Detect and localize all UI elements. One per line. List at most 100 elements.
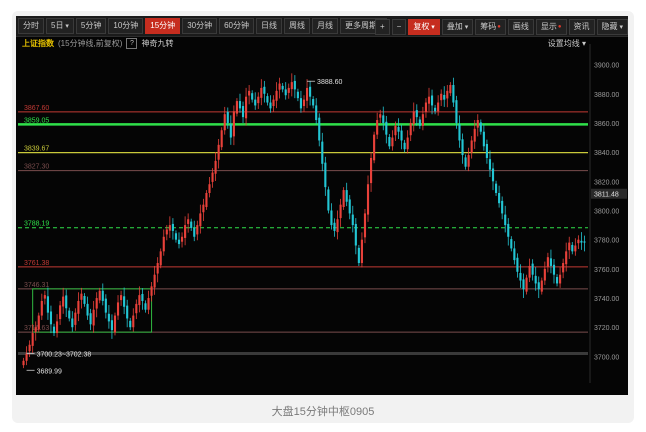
candle-body-62	[211, 172, 214, 182]
candle-body-77	[257, 96, 260, 104]
y-tick-label-3: 3760.00	[594, 267, 619, 274]
candle-body-75	[251, 93, 254, 100]
candle-body-10	[52, 326, 56, 334]
candle-body-15	[68, 310, 71, 319]
candle-body-47	[165, 229, 168, 235]
candle-body-52	[180, 236, 184, 242]
candle-body-84	[278, 83, 281, 90]
candle-body-171	[543, 268, 546, 281]
candle-body-42	[150, 286, 153, 296]
candle-body-133	[427, 96, 431, 104]
candle-body-88	[290, 82, 293, 90]
candle-body-8	[46, 296, 49, 313]
candle-body-73	[245, 96, 248, 119]
candle-body-129	[415, 110, 418, 118]
candle-body-175	[555, 277, 559, 284]
candle-body-85	[281, 85, 284, 90]
candle-body-29	[110, 320, 114, 331]
candle-body-49	[171, 223, 174, 231]
candle-body-139	[446, 90, 449, 99]
candle-body-160	[510, 239, 513, 249]
candle-body-161	[513, 248, 516, 261]
candle-body-116	[376, 120, 379, 135]
candle-body-64	[217, 144, 220, 160]
candle-body-99	[324, 162, 327, 188]
candle-body-177	[562, 263, 565, 273]
candle-body-21	[86, 303, 89, 316]
candle-body-40	[144, 303, 147, 310]
candle-body-103	[336, 219, 339, 233]
candle-body-174	[552, 264, 556, 275]
candle-body-124	[400, 130, 403, 141]
candle-body-55	[190, 221, 193, 229]
candle-body-143	[458, 124, 461, 141]
candle-body-7	[43, 295, 46, 299]
candle-body-162	[516, 257, 519, 272]
candle-body-9	[49, 311, 53, 325]
candle-body-30	[113, 315, 117, 333]
candle-body-166	[528, 265, 531, 278]
candle-body-108	[351, 214, 354, 226]
candle-body-61	[208, 184, 211, 193]
y-tick-label-1: 3720.00	[594, 325, 619, 332]
y-tick-label-8: 3860.00	[594, 121, 619, 128]
candlestick-chart[interactable]: 3700.00 3720.00 3740.00 3760.00 3780.00 3800.…	[16, 16, 628, 395]
candle-body-82	[272, 99, 275, 107]
candle-body-79	[263, 86, 266, 94]
candle-body-153	[488, 159, 492, 170]
candle-body-16	[71, 318, 74, 328]
candle-body-183	[580, 240, 583, 243]
candle-body-98	[321, 141, 324, 164]
y-tick-label-2: 3740.00	[594, 296, 619, 303]
candle-body-89	[293, 80, 296, 90]
kline-panel: 分时5日5分钟10分钟15分钟30分钟60分钟日线周线月线更多周期 +−复权叠加…	[16, 16, 628, 395]
candle-body-33	[123, 296, 126, 307]
candle-body-126	[406, 137, 409, 150]
candle-body-115	[373, 134, 376, 161]
candle-body-23	[92, 309, 95, 326]
y-tick-label-5: 3800.00	[594, 209, 619, 216]
candle-body-141	[452, 85, 455, 103]
candle-body-151	[482, 131, 485, 147]
candle-body-66	[223, 114, 226, 131]
candle-body-123	[397, 127, 400, 132]
candle-body-18	[77, 300, 80, 314]
candle-body-92	[302, 99, 306, 107]
candle-body-154	[491, 168, 495, 182]
candle-body-101	[330, 210, 333, 226]
candle-body-60	[205, 192, 208, 207]
y-tick-label-7: 3840.00	[594, 150, 619, 157]
candle-body-152	[485, 143, 488, 158]
candle-body-136	[437, 102, 440, 112]
candle-body-36	[132, 315, 135, 328]
candle-body-54	[187, 219, 190, 224]
candle-body-119	[385, 121, 388, 135]
candle-body-114	[370, 157, 373, 184]
candle-body-117	[379, 114, 382, 118]
candle-body-125	[403, 142, 406, 150]
annotation-label-0: 3888.60	[317, 79, 342, 86]
candle-body-34	[126, 305, 129, 319]
level-label-3: 3827.30	[24, 164, 49, 171]
candle-body-131	[421, 114, 424, 126]
candle-body-167	[531, 263, 534, 275]
candle-body-100	[327, 189, 330, 211]
current-price-label: 3811.48	[594, 192, 619, 199]
candle-body-135	[434, 107, 437, 112]
candle-body-127	[409, 122, 412, 136]
candle-body-50	[174, 233, 178, 240]
candle-body-56	[193, 228, 196, 237]
candle-body-51	[177, 239, 181, 245]
candle-body-53	[184, 225, 187, 238]
candle-body-144	[461, 139, 464, 156]
candle-body-120	[388, 136, 391, 147]
candle-body-24	[95, 298, 98, 309]
candle-body-78	[260, 87, 263, 98]
annotation-label-1: 3700.23~3702.38	[37, 351, 92, 358]
level-label-4: 3788.19	[24, 221, 49, 228]
candle-body-59	[202, 204, 205, 213]
candle-body-5	[37, 315, 40, 330]
candle-body-128	[412, 111, 415, 125]
candle-body-142	[455, 100, 458, 123]
candle-body-91	[299, 98, 303, 109]
